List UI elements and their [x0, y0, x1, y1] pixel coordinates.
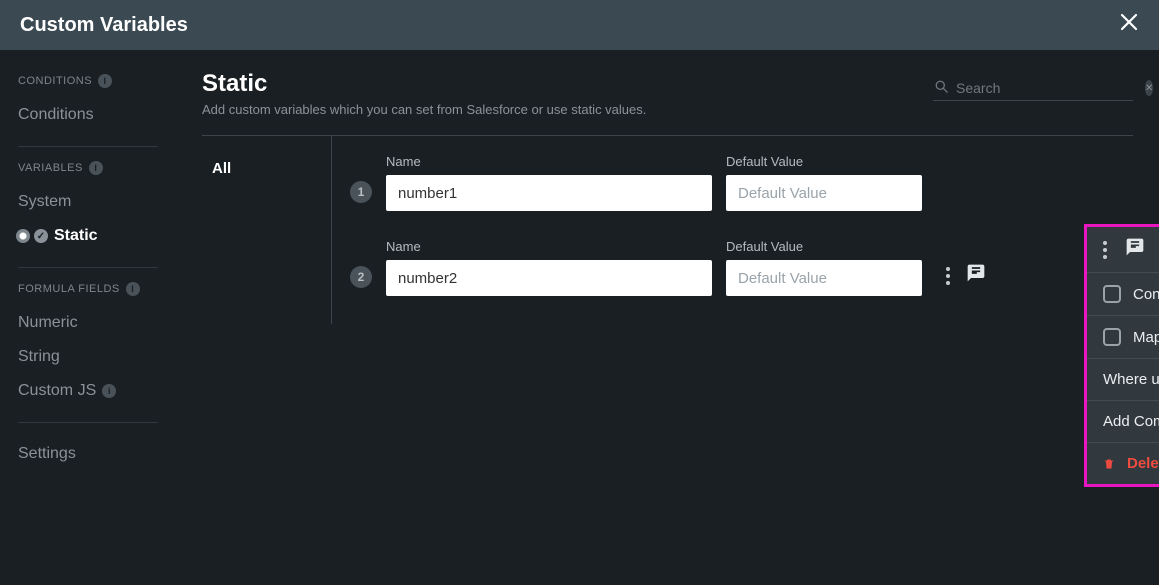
main-panel: Static Add custom variables which you ca…	[176, 50, 1159, 585]
info-icon: i	[102, 384, 116, 398]
clear-search-icon[interactable]: ✕	[1145, 80, 1153, 96]
divider	[18, 267, 158, 268]
context-menu: Constant Map to URL i Where used Add Com…	[1087, 227, 1159, 484]
menu-item-constant[interactable]: Constant	[1087, 272, 1159, 315]
sidebar-item-system[interactable]: System	[18, 185, 158, 219]
default-label: Default Value	[726, 154, 922, 169]
divider	[18, 146, 158, 147]
page-subtitle: Add custom variables which you can set f…	[202, 102, 646, 117]
name-input[interactable]	[386, 260, 712, 296]
close-icon[interactable]	[1119, 12, 1139, 38]
trash-icon	[1103, 457, 1115, 471]
menu-item-where-used[interactable]: Where used	[1087, 358, 1159, 400]
comment-icon[interactable]	[966, 263, 986, 288]
variables-list: 1 Name Default Value 2 Name	[332, 136, 1133, 324]
default-input[interactable]	[726, 260, 922, 296]
row-number: 1	[350, 181, 372, 203]
sidebar: CONDITIONS i Conditions VARIABLES i Syst…	[0, 50, 176, 585]
modal-title: Custom Variables	[20, 14, 188, 37]
sidebar-group-variables: VARIABLES i	[18, 161, 158, 175]
default-input[interactable]	[726, 175, 922, 211]
variable-row: 1 Name Default Value	[350, 154, 1125, 211]
more-icon[interactable]	[1101, 239, 1109, 261]
info-icon[interactable]: i	[98, 74, 112, 88]
variable-row: 2 Name Default Value	[350, 239, 1125, 296]
name-label: Name	[386, 239, 712, 254]
sidebar-item-static[interactable]: ✓ Static	[18, 219, 158, 253]
sidebar-item-customjs[interactable]: Custom JS i	[18, 374, 158, 408]
page-title: Static	[202, 70, 646, 98]
default-label: Default Value	[726, 239, 922, 254]
titlebar: Custom Variables	[0, 0, 1159, 50]
sidebar-group-formula: FORMULA FIELDS i	[18, 282, 158, 296]
menu-item-add-comment[interactable]: Add Comment	[1087, 400, 1159, 442]
checkbox[interactable]	[1103, 285, 1121, 303]
search-icon	[935, 80, 948, 96]
sidebar-item-numeric[interactable]: Numeric	[18, 306, 158, 340]
filter-column: All	[202, 136, 332, 324]
name-label: Name	[386, 154, 712, 169]
sidebar-item-string[interactable]: String	[18, 340, 158, 374]
more-icon[interactable]	[944, 265, 952, 287]
sidebar-group-conditions: CONDITIONS i	[18, 74, 158, 88]
menu-item-map-url[interactable]: Map to URL i	[1087, 315, 1159, 358]
row-number: 2	[350, 266, 372, 288]
info-icon[interactable]: i	[126, 282, 140, 296]
tab-all[interactable]: All	[202, 156, 331, 181]
context-menu-highlight: Constant Map to URL i Where used Add Com…	[1084, 224, 1159, 487]
search-field[interactable]: ✕	[933, 76, 1133, 101]
checkbox[interactable]	[1103, 328, 1121, 346]
name-input[interactable]	[386, 175, 712, 211]
search-input[interactable]	[956, 80, 1137, 96]
check-icon: ✓	[34, 229, 48, 243]
sidebar-item-settings[interactable]: Settings	[18, 437, 158, 471]
info-icon[interactable]: i	[89, 161, 103, 175]
comment-icon[interactable]	[1125, 237, 1145, 262]
sidebar-item-conditions[interactable]: Conditions	[18, 98, 158, 132]
menu-item-delete[interactable]: Delete	[1087, 442, 1159, 484]
divider	[18, 422, 158, 423]
